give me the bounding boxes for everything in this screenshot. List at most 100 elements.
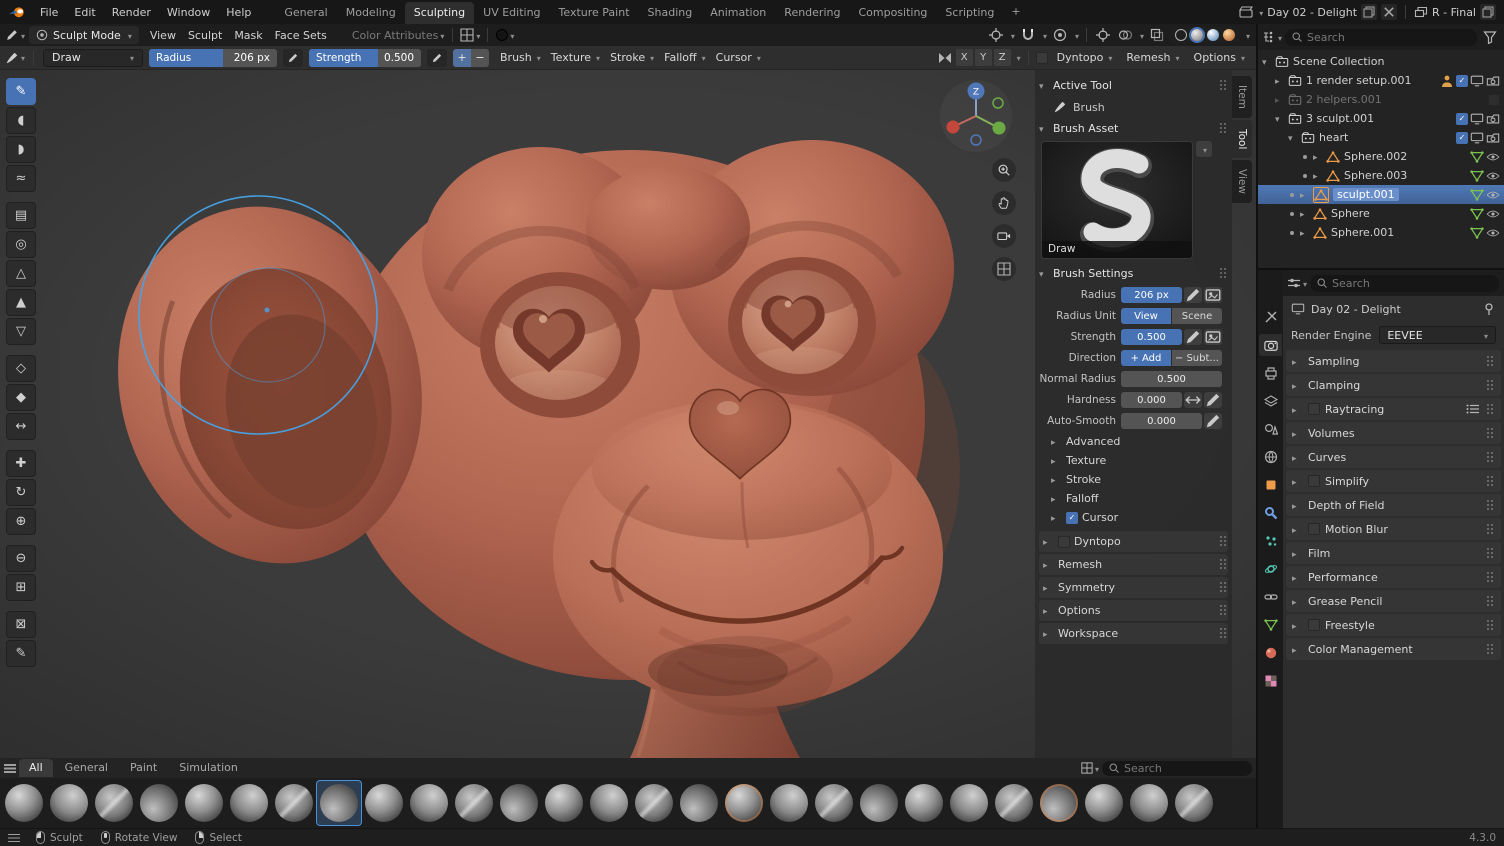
direction-add-button[interactable]: + xyxy=(453,49,471,67)
scene-name[interactable]: Day 02 - Delight xyxy=(1267,6,1357,19)
toggle-xray-button[interactable] xyxy=(1148,26,1166,44)
panel-options[interactable]: Options xyxy=(1039,600,1228,621)
panel-checkbox[interactable] xyxy=(1066,512,1078,524)
outliner-row-sphere-003[interactable]: Sphere.003 xyxy=(1258,166,1504,185)
tool-pinch[interactable]: ◆ xyxy=(6,384,36,411)
workspace-tab-modeling[interactable]: Modeling xyxy=(337,2,405,24)
brush-thumbnail-24[interactable] xyxy=(1082,781,1126,825)
mirror-y-button[interactable]: Y xyxy=(975,49,992,66)
workspace-tab-compositing[interactable]: Compositing xyxy=(849,2,936,24)
brush-thumbnail-25[interactable] xyxy=(1127,781,1171,825)
pivot-point-button[interactable] xyxy=(987,26,1005,44)
shading-solid-icon[interactable] xyxy=(1191,29,1203,41)
proportional-editing-button[interactable] xyxy=(1051,26,1069,44)
properties-tab-world[interactable] xyxy=(1259,446,1282,468)
properties-tab-object-data[interactable] xyxy=(1259,614,1282,636)
value-slider[interactable]: 0.000 xyxy=(1121,392,1182,408)
value-slider[interactable]: 0.500 xyxy=(1121,329,1182,345)
direction-subtract-button[interactable]: − xyxy=(471,49,489,67)
brush-thumbnail-7[interactable] xyxy=(317,781,361,825)
brush-thumbnail-6[interactable] xyxy=(272,781,316,825)
properties-tab-modifiers[interactable] xyxy=(1259,502,1282,524)
outliner-row-scene-collection[interactable]: Scene Collection xyxy=(1258,52,1504,71)
panel-grip-icon[interactable] xyxy=(1220,582,1228,593)
screen-icon[interactable] xyxy=(1470,74,1484,88)
panel-grip-icon[interactable] xyxy=(1487,500,1495,511)
status-menu-icon[interactable] xyxy=(8,833,20,843)
brush-thumbnail-2[interactable] xyxy=(92,781,136,825)
properties-tab-physics[interactable] xyxy=(1259,558,1282,580)
panel-grip-icon[interactable] xyxy=(1220,605,1228,616)
tool-draw-sharp[interactable]: ◖ xyxy=(6,107,36,134)
tool-flatten[interactable]: ▽ xyxy=(6,318,36,345)
tool-grab[interactable]: ↔ xyxy=(6,413,36,440)
render-engine-dropdown[interactable]: EEVEE xyxy=(1379,326,1496,344)
properties-tab-material[interactable] xyxy=(1259,642,1282,664)
shelf-tab-paint[interactable]: Paint xyxy=(120,759,167,777)
segment-scene[interactable]: Scene xyxy=(1172,308,1222,324)
menu-window[interactable]: Window xyxy=(159,3,218,22)
outliner-row-2-helpers-001[interactable]: 2 helpers.001 xyxy=(1258,90,1504,109)
panel-grip-icon[interactable] xyxy=(1487,572,1495,583)
panel-header-active-tool[interactable]: Active Tool xyxy=(1039,75,1228,96)
shelf-tab-general[interactable]: General xyxy=(55,759,118,777)
pen-button[interactable] xyxy=(1204,392,1222,408)
viewport-menu-view[interactable]: View xyxy=(144,27,182,44)
render-passes-icon[interactable] xyxy=(1466,402,1480,416)
scene-selector[interactable]: Day 02 - Delight xyxy=(1239,4,1397,20)
panel-clamping[interactable]: Clamping xyxy=(1286,374,1501,396)
tool-crease[interactable]: △ xyxy=(6,260,36,287)
brush-thumbnail-8[interactable] xyxy=(362,781,406,825)
datatri-icon[interactable] xyxy=(1470,226,1484,240)
value-slider[interactable]: 0.500 xyxy=(1121,371,1222,387)
editor-type-button[interactable] xyxy=(6,26,24,44)
panel-remesh[interactable]: Remesh xyxy=(1039,554,1228,575)
panel-grip-icon[interactable] xyxy=(1220,559,1228,570)
panel-workspace[interactable]: Workspace xyxy=(1039,623,1228,644)
workspace-tab-uv-editing[interactable]: UV Editing xyxy=(474,2,549,24)
screen-icon[interactable] xyxy=(1470,131,1484,145)
viewport-menu-face-sets[interactable]: Face Sets xyxy=(269,27,333,44)
pin-icon[interactable] xyxy=(1482,302,1496,316)
tool-clay-strips[interactable]: ≈ xyxy=(6,165,36,192)
tool-snake-hook[interactable]: ↻ xyxy=(6,479,36,506)
tool-dropdown-brush[interactable]: Brush xyxy=(495,51,546,64)
panel-grease-pencil[interactable]: Grease Pencil xyxy=(1286,590,1501,612)
shelf-tab-simulation[interactable]: Simulation xyxy=(169,759,248,777)
panel-volumes[interactable]: Volumes xyxy=(1286,422,1501,444)
workspace-tab-animation[interactable]: Animation xyxy=(701,2,775,24)
brush-thumbnail-18[interactable] xyxy=(812,781,856,825)
shelf-tab-all[interactable]: All xyxy=(19,759,53,777)
outliner-row-sculpt-001[interactable]: sculpt.001 xyxy=(1258,185,1504,204)
camera-icon[interactable] xyxy=(1486,112,1500,126)
panel-grip-icon[interactable] xyxy=(1220,268,1228,279)
panel-checkbox[interactable] xyxy=(1058,536,1070,548)
shading-material-icon[interactable] xyxy=(1207,29,1219,41)
properties-editor-type-button[interactable] xyxy=(1288,274,1306,292)
shelf-search-input[interactable]: Search xyxy=(1102,761,1252,776)
dyntopo-checkbox[interactable] xyxy=(1036,52,1048,64)
tool-dropdown-texture[interactable]: Texture xyxy=(546,51,605,64)
datatri-icon[interactable] xyxy=(1470,207,1484,221)
tool-elastic-deform[interactable]: ✚ xyxy=(6,450,36,477)
remesh-dropdown[interactable]: Remesh xyxy=(1121,51,1184,64)
panel-header-brush-asset[interactable]: Brush Asset xyxy=(1039,118,1228,139)
datatri-icon[interactable] xyxy=(1470,169,1484,183)
pan-button[interactable] xyxy=(992,191,1016,215)
properties-tab-view-layer[interactable] xyxy=(1259,390,1282,412)
properties-tab-texture[interactable] xyxy=(1259,670,1282,692)
panel-grip-icon[interactable] xyxy=(1487,596,1495,607)
properties-tab-object[interactable] xyxy=(1259,474,1282,496)
brush-thumbnail-22[interactable] xyxy=(992,781,1036,825)
brush-thumbnail-1[interactable] xyxy=(47,781,91,825)
snap-button[interactable] xyxy=(1019,26,1037,44)
segment-view[interactable]: View xyxy=(1121,308,1171,324)
workspace-tab-scripting[interactable]: Scripting xyxy=(936,2,1003,24)
workspace-tab-sculpting[interactable]: Sculpting xyxy=(405,2,474,24)
workspace-tab-shading[interactable]: Shading xyxy=(639,2,702,24)
strength-pressure-button[interactable] xyxy=(427,49,447,67)
tool-annotate[interactable]: ✎ xyxy=(6,640,36,667)
panel-header-brush-settings[interactable]: Brush Settings xyxy=(1039,263,1228,284)
person-icon[interactable] xyxy=(1440,74,1454,88)
panel-grip-icon[interactable] xyxy=(1487,476,1495,487)
